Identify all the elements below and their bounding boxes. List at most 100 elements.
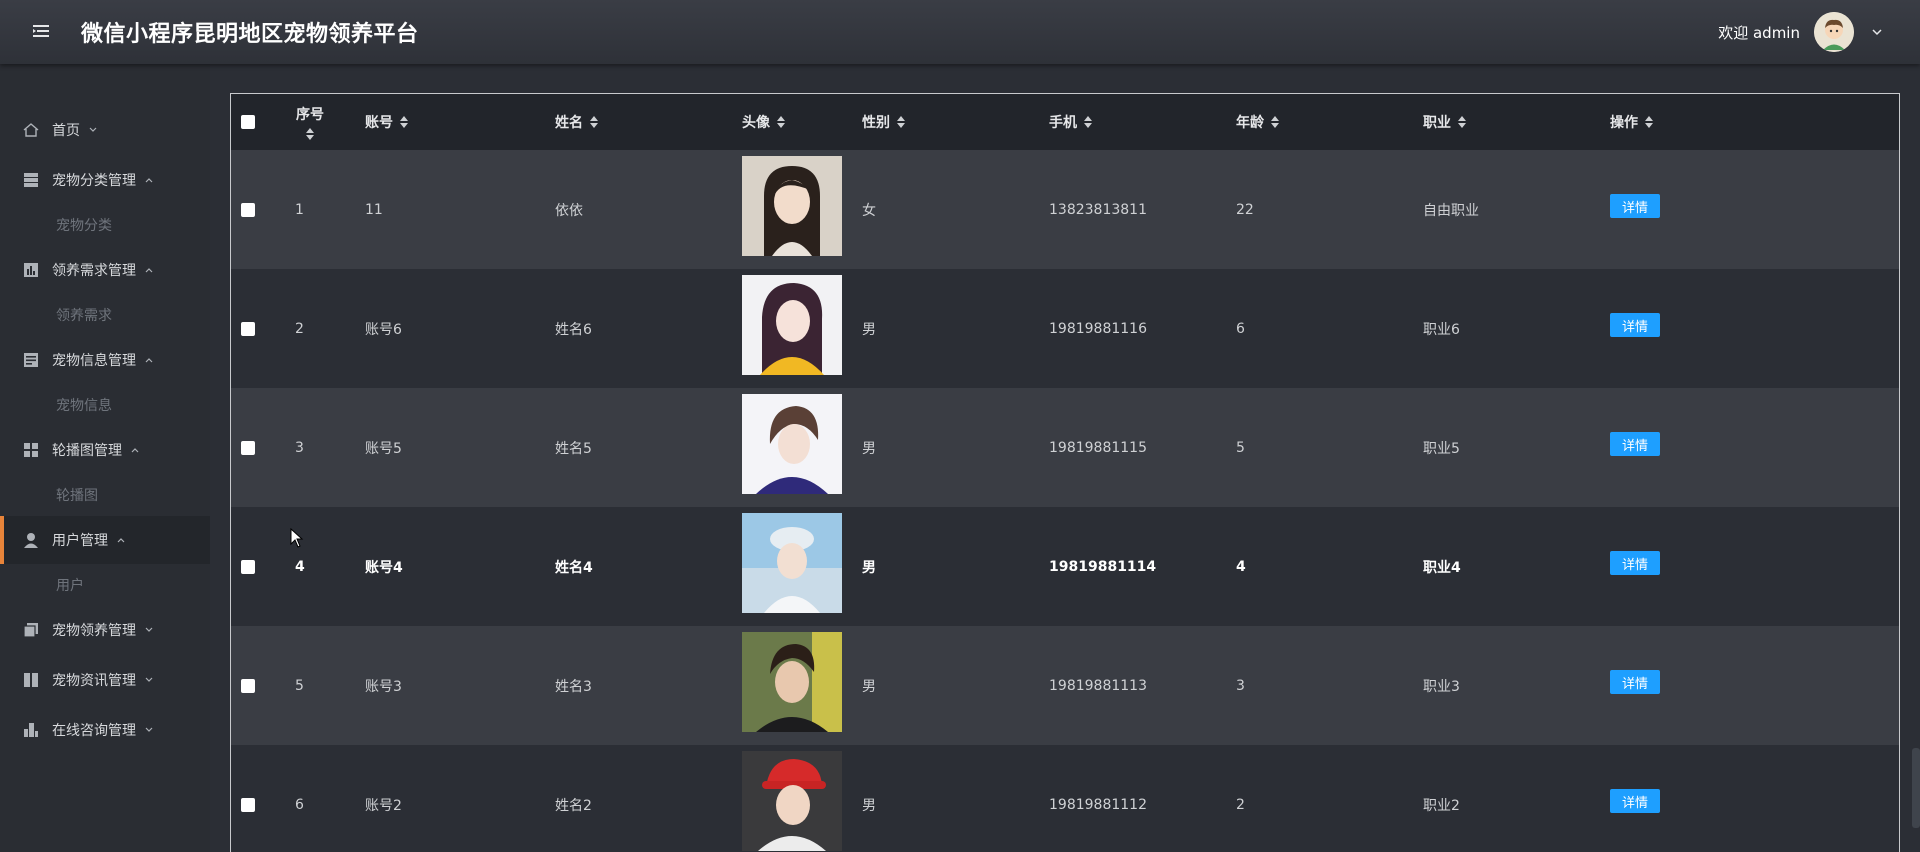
col-account[interactable]: 账号 (365, 94, 409, 150)
col-age-label: 年龄 (1236, 115, 1264, 131)
chevron-up-icon (145, 358, 153, 363)
cell-index: 3 (295, 439, 304, 456)
row-checkbox[interactable] (241, 202, 255, 217)
cell-index: 6 (295, 796, 304, 813)
sidebar-item-home[interactable]: 首页 (0, 106, 210, 154)
cell-job: 自由职业 (1423, 202, 1479, 219)
sidebar-subitem-pet-category[interactable]: 宠物分类 (56, 205, 112, 245)
detail-button[interactable]: 详情 (1610, 670, 1660, 694)
sort-icon[interactable] (776, 115, 786, 129)
welcome-text: 欢迎 admin (1718, 23, 1800, 42)
cell-account: 账号3 (365, 678, 402, 695)
sidebar-item-online-consult[interactable]: 在线咨询管理 (0, 706, 210, 754)
row-checkbox-cell (241, 507, 255, 626)
col-action-label: 操作 (1610, 115, 1638, 131)
detail-button[interactable]: 详情 (1610, 313, 1660, 337)
sort-icon[interactable] (896, 115, 906, 129)
user-table: 序号 账号 姓名 头像 性别 手机 年龄 职业 操作 1 11 依依 女 138… (230, 93, 1900, 852)
chevron-down-icon (89, 127, 97, 132)
sidebar-subitem-carousel[interactable]: 轮播图 (56, 475, 98, 515)
col-name-label: 姓名 (555, 115, 583, 131)
sidebar-item-pet-adoption[interactable]: 宠物领养管理 (0, 606, 210, 654)
sort-icon[interactable] (1457, 115, 1467, 129)
sort-icon[interactable] (589, 115, 599, 129)
cell-phone: 19819881116 (1049, 320, 1147, 337)
sidebar-item-pet-category[interactable]: 宠物分类管理 (0, 156, 210, 204)
sidebar-item-pet-news[interactable]: 宠物资讯管理 (0, 656, 210, 704)
col-gender[interactable]: 性别 (862, 94, 906, 150)
user-photo[interactable] (742, 513, 842, 613)
mouse-cursor-icon (290, 528, 304, 548)
col-age[interactable]: 年龄 (1236, 94, 1280, 150)
sort-icon[interactable] (399, 115, 409, 129)
user-photo[interactable] (742, 156, 842, 256)
col-avatar-label: 头像 (742, 115, 770, 131)
avatar[interactable] (1814, 12, 1854, 52)
sidebar-subitem-pet-info[interactable]: 宠物信息 (56, 385, 112, 425)
detail-button[interactable]: 详情 (1610, 551, 1660, 575)
col-job[interactable]: 职业 (1423, 94, 1467, 150)
table-row[interactable]: 4 账号4 姓名4 男 19819881114 4 职业4 详情 (231, 507, 1899, 626)
cell-age: 5 (1236, 439, 1245, 456)
detail-button[interactable]: 详情 (1610, 789, 1660, 813)
sidebar-item-label: 宠物分类管理 (52, 173, 136, 189)
chevron-down-icon (145, 627, 153, 632)
user-photo[interactable] (742, 394, 842, 494)
sidebar-item-pet-info[interactable]: 宠物信息管理 (0, 336, 210, 384)
col-index[interactable]: 序号 (295, 94, 325, 150)
news-icon (22, 671, 40, 689)
table-row[interactable]: 2 账号6 姓名6 男 19819881116 6 职业6 详情 (231, 269, 1899, 388)
table-row[interactable]: 5 账号3 姓名3 男 19819881113 3 职业3 详情 (231, 626, 1899, 745)
user-menu[interactable]: 欢迎 admin (1718, 10, 1884, 54)
user-photo[interactable] (742, 275, 842, 375)
chevron-down-icon[interactable] (1870, 25, 1884, 39)
row-checkbox-cell (241, 626, 255, 745)
copy-icon (22, 621, 40, 639)
cell-phone: 19819881112 (1049, 796, 1147, 813)
sidebar-item-label: 宠物领养管理 (52, 623, 136, 639)
col-phone[interactable]: 手机 (1049, 94, 1093, 150)
cell-account: 账号4 (365, 559, 403, 576)
sidebar-subitem-users[interactable]: 用户 (56, 565, 84, 605)
user-icon (22, 531, 40, 549)
user-photo[interactable] (742, 751, 842, 851)
page-scrollbar[interactable] (1912, 748, 1920, 828)
sidebar-item-users[interactable]: 用户管理 (0, 516, 210, 564)
sidebar-item-carousel[interactable]: 轮播图管理 (0, 426, 210, 474)
sort-icon[interactable] (1083, 115, 1093, 129)
sidebar-item-adoption-demand[interactable]: 领养需求管理 (0, 246, 210, 294)
col-avatar[interactable]: 头像 (742, 94, 786, 150)
chevron-up-icon (145, 178, 153, 183)
col-action[interactable]: 操作 (1610, 94, 1654, 150)
sort-icon[interactable] (1270, 115, 1280, 129)
col-name[interactable]: 姓名 (555, 94, 599, 150)
user-photo[interactable] (742, 632, 842, 732)
table-row[interactable]: 3 账号5 姓名5 男 19819881115 5 职业5 详情 (231, 388, 1899, 507)
sort-icon[interactable] (1644, 115, 1654, 129)
sidebar-subitem-adoption-demand[interactable]: 领养需求 (56, 295, 112, 335)
sidebar-item-label: 首页 (52, 123, 80, 139)
cell-phone: 19819881114 (1049, 558, 1157, 575)
select-all-checkbox[interactable] (241, 115, 255, 129)
detail-button[interactable]: 详情 (1610, 432, 1660, 456)
row-checkbox[interactable] (241, 797, 255, 812)
cell-name: 姓名6 (555, 321, 592, 338)
cell-gender: 男 (862, 559, 876, 576)
detail-button[interactable]: 详情 (1610, 194, 1660, 218)
sidebar-item-label: 领养需求管理 (52, 263, 136, 279)
cell-phone: 19819881115 (1049, 439, 1147, 456)
cell-index: 5 (295, 677, 304, 694)
category-icon (22, 171, 40, 189)
cell-name: 姓名5 (555, 440, 592, 457)
row-checkbox[interactable] (241, 321, 255, 336)
cell-gender: 男 (862, 678, 876, 695)
row-checkbox[interactable] (241, 678, 255, 693)
sort-icon[interactable] (305, 127, 315, 141)
row-checkbox[interactable] (241, 440, 255, 455)
table-row[interactable]: 6 账号2 姓名2 男 19819881112 2 职业2 详情 (231, 745, 1899, 852)
cell-account: 账号6 (365, 321, 402, 338)
grid-icon (22, 441, 40, 459)
menu-toggle-icon[interactable] (30, 20, 52, 42)
row-checkbox[interactable] (241, 559, 255, 574)
table-row[interactable]: 1 11 依依 女 13823813811 22 自由职业 详情 (231, 150, 1899, 269)
